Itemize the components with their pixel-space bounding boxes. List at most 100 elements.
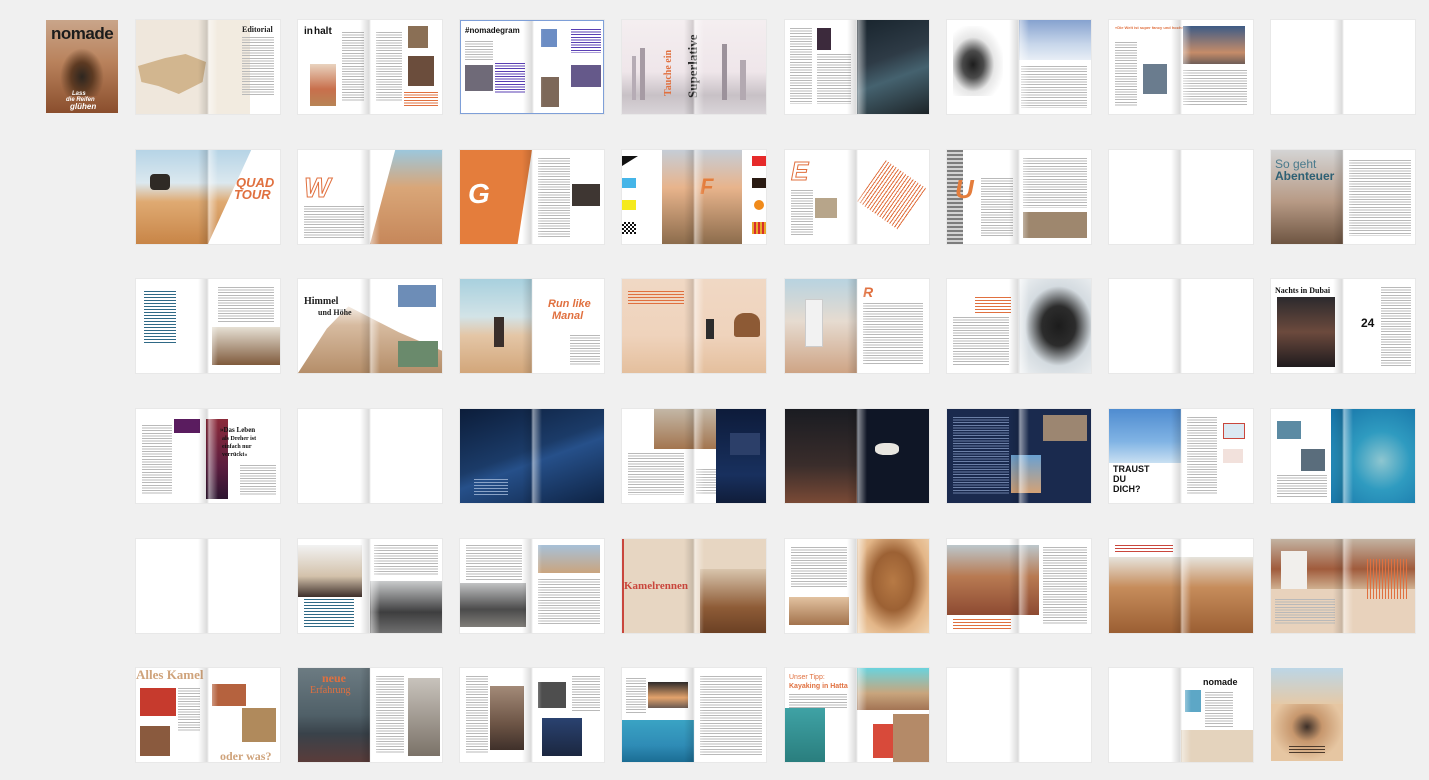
e-text bbox=[791, 190, 813, 236]
dune-rider-photo bbox=[370, 150, 442, 244]
cover-page[interactable]: nomade Lass die Reifen glühen bbox=[46, 20, 118, 113]
night-dune-text bbox=[474, 479, 508, 495]
camel-face-photo bbox=[857, 539, 929, 633]
spread-palm-island[interactable] bbox=[1271, 409, 1415, 503]
spread-night-dunes[interactable] bbox=[460, 409, 604, 503]
spread-photographer[interactable] bbox=[460, 668, 604, 762]
navy-text-left bbox=[953, 417, 1009, 495]
spread-desert-valley[interactable] bbox=[622, 409, 766, 503]
camel-rug-photo bbox=[140, 726, 170, 756]
starry-sky-photo bbox=[785, 409, 857, 503]
spread-kamelrennen[interactable]: Kamelrennen bbox=[622, 539, 766, 633]
spread-blank-5[interactable] bbox=[136, 539, 280, 633]
runner-shape bbox=[706, 319, 714, 339]
spread-g[interactable]: G bbox=[460, 150, 604, 244]
nomadegram-purple-text bbox=[495, 63, 525, 93]
spread-abenteuer[interactable]: So geht Abenteuer bbox=[1271, 150, 1415, 244]
spread-blank-3[interactable] bbox=[1109, 279, 1253, 373]
leben-quote-4: verrückt« bbox=[222, 452, 248, 458]
spread-u[interactable]: U bbox=[947, 150, 1091, 244]
spread-alles-kamel[interactable]: Alles Kamel oder was? bbox=[136, 668, 280, 762]
spread-superlative[interactable]: Superlative Tauche ein bbox=[622, 20, 766, 114]
spread-nachts[interactable]: Nachts in Dubai 24 bbox=[1271, 279, 1415, 373]
neue-title: neue bbox=[322, 671, 346, 685]
spread-kayaking[interactable]: Unser Tipp: Kayaking in Hatta bbox=[785, 668, 929, 762]
spread-camel-herd[interactable] bbox=[947, 539, 1091, 633]
spread-himmel[interactable]: Himmel und Höhe bbox=[298, 279, 442, 373]
spread-inhalt[interactable]: in halt bbox=[298, 20, 442, 114]
spread-run-like-manal[interactable]: Run like Manal bbox=[460, 279, 604, 373]
camel-face-text bbox=[791, 547, 847, 587]
letter-w: W bbox=[303, 172, 331, 203]
spread-city-night[interactable] bbox=[785, 20, 929, 114]
jeep-text-right bbox=[538, 579, 600, 625]
camel-man-photo bbox=[212, 327, 280, 365]
spread-blank-4[interactable] bbox=[298, 409, 442, 503]
nachts-title: Nachts in Dubai bbox=[1275, 286, 1331, 295]
kayak-photo bbox=[785, 708, 825, 762]
palm-island-photo bbox=[1331, 409, 1415, 503]
back-cover-page[interactable] bbox=[1271, 668, 1343, 761]
spread-f[interactable]: F bbox=[622, 150, 766, 244]
spread-blank-6[interactable] bbox=[947, 668, 1091, 762]
leben-quote-1: »Das Leben bbox=[220, 426, 256, 434]
spread-jeep-detail[interactable] bbox=[460, 539, 604, 633]
woman-photo bbox=[408, 56, 434, 86]
gutter bbox=[523, 21, 543, 113]
abenteuer-title: Abenteuer bbox=[1275, 169, 1335, 183]
spread-w[interactable]: W bbox=[298, 150, 442, 244]
camel-run-quote bbox=[628, 291, 684, 305]
alles-kamel-text bbox=[178, 688, 200, 732]
hike-photo-2 bbox=[398, 341, 438, 367]
spread-back-info[interactable]: nomade bbox=[1109, 668, 1253, 762]
leben-quote-3: einfach nur bbox=[222, 444, 252, 450]
spread-ocean[interactable] bbox=[622, 668, 766, 762]
editorial-text bbox=[242, 37, 274, 97]
spread-e[interactable]: E bbox=[785, 150, 929, 244]
spread-quad-tour[interactable]: QUAD TOUR bbox=[136, 150, 280, 244]
people-photo bbox=[541, 77, 559, 107]
ghutra-text bbox=[374, 545, 438, 575]
spread-camel-crowd[interactable] bbox=[1271, 539, 1415, 633]
world-text-right bbox=[1183, 70, 1247, 106]
nachts-text bbox=[1381, 287, 1411, 367]
spread-camel-man[interactable] bbox=[136, 279, 280, 373]
ocean-text-right bbox=[700, 676, 762, 756]
spread-das-leben[interactable]: »Das Leben als Dreher ist einfach nur ve… bbox=[136, 409, 280, 503]
neue-text-right bbox=[376, 676, 404, 754]
spread-ski-dubai[interactable] bbox=[947, 20, 1091, 114]
spread-fox-night[interactable] bbox=[785, 409, 929, 503]
spread-r[interactable]: R bbox=[785, 279, 929, 373]
spread-camel-race-track[interactable] bbox=[1109, 539, 1253, 633]
spread-blue-night-text[interactable] bbox=[947, 409, 1091, 503]
swatch-dark bbox=[752, 178, 766, 188]
city-night-photo bbox=[465, 65, 493, 91]
u-text-right bbox=[1023, 158, 1087, 208]
u-quad-photo bbox=[1023, 212, 1087, 238]
jeep-photo-left bbox=[460, 583, 526, 627]
spread-camel-run[interactable] bbox=[622, 279, 766, 373]
camel-herd-photo bbox=[947, 545, 1039, 615]
spread-world-fancy[interactable]: »Die Welt ist super fancy und hochmodern… bbox=[1109, 20, 1253, 114]
skydive-photo bbox=[1109, 409, 1181, 463]
camel-herd-quote bbox=[953, 619, 1011, 629]
swatch-stripes bbox=[752, 222, 766, 234]
spread-camel-face[interactable] bbox=[785, 539, 929, 633]
sunset-beach-photo bbox=[648, 682, 688, 708]
spread-blank-2[interactable] bbox=[1109, 150, 1253, 244]
tyre-photo bbox=[408, 26, 428, 48]
spread-blank-1[interactable] bbox=[1271, 20, 1415, 114]
spread-hijab[interactable] bbox=[947, 279, 1091, 373]
spread-editorial[interactable]: Editorial bbox=[136, 20, 280, 114]
superlative-subtitle: Tauche ein bbox=[663, 49, 674, 96]
swatch-black bbox=[622, 156, 638, 166]
swatch-checker bbox=[622, 222, 636, 234]
spread-nomadegram[interactable]: #nomadegram bbox=[460, 20, 604, 114]
spread-ghutra-jeep[interactable] bbox=[298, 539, 442, 633]
spread-traust-du-dich[interactable]: TRAUST DU DICH? bbox=[1109, 409, 1253, 503]
leben-quote-2: als Dreher ist bbox=[222, 436, 257, 442]
run-like-text bbox=[570, 335, 600, 365]
traust-icon-1 bbox=[1223, 423, 1245, 439]
moon-inset bbox=[730, 433, 760, 455]
spread-neue-erfahrung[interactable]: neue Erfahrung bbox=[298, 668, 442, 762]
